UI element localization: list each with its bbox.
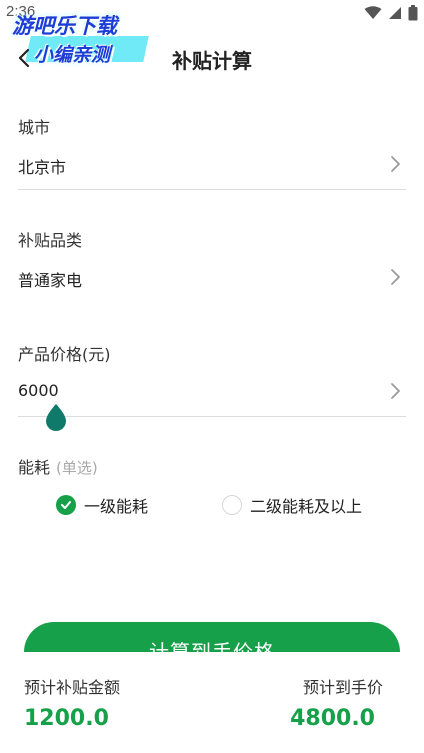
city-label: 城市: [18, 118, 51, 137]
radio-checked-icon: [56, 495, 76, 515]
final-price-value: 4800.0: [290, 706, 375, 731]
radio-unchecked-icon: [222, 495, 242, 515]
city-select[interactable]: 北京市: [18, 146, 406, 190]
price-field[interactable]: 6000: [18, 373, 406, 417]
final-price-label: 预计到手价: [302, 678, 383, 697]
status-icons: [364, 5, 418, 21]
price-value: 6000: [18, 381, 59, 400]
subsidy-label: 预计补贴金额: [24, 678, 121, 697]
price-label: 产品价格(元): [18, 345, 111, 364]
energy-hint: (单选): [56, 459, 98, 477]
chevron-right-icon: [391, 383, 400, 399]
energy-option-label: 二级能耗及以上: [250, 497, 363, 516]
result-panel: 预计补贴金额 1200.0 预计到手价 4800.0: [0, 652, 424, 753]
nav-bar: 补贴计算: [0, 34, 424, 82]
subsidy-value: 1200.0: [24, 706, 109, 731]
category-value: 普通家电: [18, 271, 83, 290]
city-value: 北京市: [18, 158, 67, 177]
wifi-icon: [364, 6, 382, 19]
chevron-right-icon: [391, 156, 400, 172]
energy-label-text: 能耗: [18, 458, 51, 477]
category-select[interactable]: 普通家电: [18, 259, 406, 303]
page-title: 补贴计算: [172, 49, 252, 73]
price-slider-handle[interactable]: [40, 402, 72, 434]
chevron-right-icon: [391, 269, 400, 285]
energy-option-level2[interactable]: 二级能耗及以上: [222, 492, 362, 518]
signal-icon: [389, 7, 401, 19]
energy-label: 能耗 (单选): [18, 454, 98, 478]
energy-option-label: 一级能耗: [84, 497, 149, 516]
category-label: 补贴品类: [18, 231, 83, 250]
battery-icon: [408, 5, 418, 21]
energy-option-level1[interactable]: 一级能耗: [56, 492, 148, 518]
